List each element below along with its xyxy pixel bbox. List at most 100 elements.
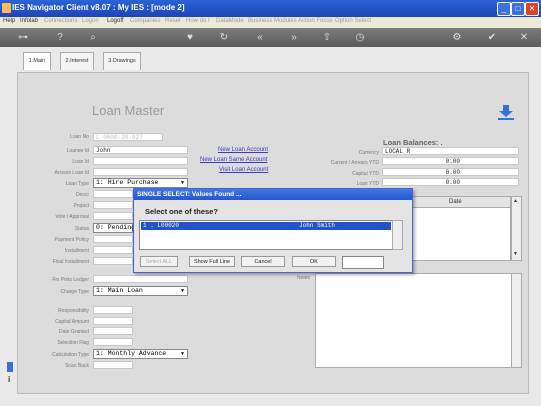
- settings-icon[interactable]: ⚙: [450, 31, 464, 44]
- installment-label: Installment: [64, 248, 89, 254]
- window-title: IES Navigator Client v8.07 : My IES : [m…: [12, 3, 185, 12]
- minimize-button[interactable]: _: [497, 2, 511, 16]
- project-label: Project: [73, 203, 89, 209]
- responsibility-field[interactable]: [93, 306, 133, 314]
- menu-business-modules[interactable]: Business Modules: [248, 18, 297, 24]
- menu-reset[interactable]: Reset: [165, 18, 181, 24]
- loan-id-field[interactable]: [93, 157, 188, 165]
- check-icon[interactable]: ✔: [485, 31, 499, 44]
- key-icon[interactable]: ⊶: [14, 31, 32, 44]
- forward-icon[interactable]: »: [287, 31, 301, 44]
- new-loan-same-account-link[interactable]: New Loan Same Account: [200, 157, 267, 163]
- select-all-button[interactable]: Select ALL: [140, 256, 178, 267]
- vote-field[interactable]: [93, 212, 133, 220]
- selection-flag-field[interactable]: [93, 338, 133, 346]
- charge-type-label: Charge Type: [60, 289, 89, 295]
- loan-balances-title: Loan Balances: .: [383, 138, 443, 147]
- capital-amount-field[interactable]: [93, 317, 133, 325]
- loan-type-select[interactable]: 1: Hire Purchase ▼: [93, 178, 188, 188]
- menu-logoff[interactable]: Logoff: [107, 18, 124, 24]
- menu-help[interactable]: Help: [3, 18, 15, 24]
- notes-label: Notes: [297, 275, 311, 281]
- date-granted-label: Date Granted: [58, 329, 89, 335]
- current-arrears-label: Current / Arrears YTD: [330, 160, 379, 166]
- payment-policy-field[interactable]: [93, 235, 133, 243]
- values-list[interactable]: 1 . L00020 John Smith: [139, 220, 393, 250]
- visit-loan-account-link[interactable]: Visit Loan Account: [219, 167, 268, 173]
- responsibility-label: Responsibility: [58, 308, 89, 314]
- scan-back-label: Scan Back: [65, 363, 89, 369]
- fin-pmts-ledger-field[interactable]: [93, 275, 188, 283]
- new-loan-account-link[interactable]: New Loan Account: [218, 147, 268, 153]
- arrears-loan-id-field[interactable]: [93, 168, 188, 176]
- chevron-down-icon: ▼: [180, 180, 184, 186]
- date-granted-field[interactable]: [93, 327, 133, 335]
- dialog-input[interactable]: [342, 256, 384, 269]
- currency-field: LOCAL R: [382, 147, 519, 155]
- tab-drawings[interactable]: 3.Drawings: [103, 52, 141, 70]
- calculation-type-label: Calculation Type: [52, 352, 89, 358]
- payment-policy-label: Payment Policy: [54, 237, 89, 243]
- tab-main[interactable]: 1.Main: [23, 52, 51, 70]
- menu-action-focus[interactable]: Action Focus: [298, 18, 333, 24]
- menu-option-select[interactable]: Option Select: [335, 18, 371, 24]
- clock-icon[interactable]: ◷: [353, 31, 367, 44]
- info-icon[interactable]: i: [8, 375, 10, 384]
- status-select[interactable]: 0: Pending: [93, 223, 136, 233]
- ok-button[interactable]: OK: [292, 256, 336, 267]
- notes-scrollbar[interactable]: [511, 273, 522, 368]
- rewind-icon[interactable]: «: [253, 31, 267, 44]
- capital-ytd-field: 0.00: [382, 168, 519, 176]
- status-value: 0: Pending: [96, 224, 136, 231]
- currency-label: Currency: [358, 150, 379, 156]
- capital-amount-label: Capital Amount: [55, 319, 89, 325]
- help-icon[interactable]: ?: [53, 31, 67, 44]
- date-column-header: Date: [449, 199, 462, 205]
- maximize-button[interactable]: □: [511, 2, 525, 16]
- vote-label: Vote / Approval: [55, 214, 89, 220]
- loan-ytd-field: 0.00: [382, 178, 519, 186]
- list-item-name: John Smith: [299, 222, 336, 229]
- list-scrollbar[interactable]: [392, 220, 403, 250]
- loanee-id-label: Loanee Id: [66, 148, 89, 154]
- loanee-id-field[interactable]: John: [93, 146, 188, 154]
- menu-datamode[interactable]: DataMode: [216, 18, 244, 24]
- menu-logon[interactable]: Logon: [82, 18, 99, 24]
- show-full-line-button[interactable]: Show Full Line: [189, 256, 235, 267]
- menu-connections[interactable]: Connections: [44, 18, 77, 24]
- loan-no-field[interactable]: L-0000-20-027: [93, 133, 163, 141]
- status-label: Status: [74, 226, 89, 232]
- close-window-button[interactable]: ✕: [525, 2, 539, 16]
- loan-ytd-label: Loan YTD: [356, 181, 379, 187]
- menu-infolab[interactable]: Infolab: [20, 18, 38, 24]
- single-select-dialog: SINGLE SELECT: Values Found ... Select o…: [133, 188, 413, 273]
- calculation-type-select[interactable]: 1: Monthly Advance ▼: [93, 349, 188, 359]
- download-icon[interactable]: [497, 104, 515, 121]
- scroll-up-icon[interactable]: ▲: [513, 198, 518, 204]
- upload-icon[interactable]: ⇧: [320, 31, 334, 44]
- menu-companies[interactable]: Companies: [130, 18, 160, 24]
- notes-textarea[interactable]: [315, 273, 512, 368]
- side-tab-icon[interactable]: [7, 362, 13, 372]
- menu-how-do-i[interactable]: How do I: [186, 18, 210, 24]
- charge-type-select[interactable]: 1: Main Loan ▼: [93, 286, 188, 296]
- close-icon[interactable]: ✕: [517, 31, 531, 44]
- tab-interest[interactable]: 2.Interest: [60, 52, 94, 70]
- grid-scrollbar[interactable]: ▲ ▼: [511, 196, 522, 261]
- cancel-button[interactable]: Cancel: [241, 256, 285, 267]
- app-icon: [2, 3, 11, 13]
- tab-strip: 1.Main 2.Interest 3.Drawings: [17, 52, 527, 72]
- loan-type-label: Loan Type: [65, 181, 89, 187]
- selection-flag-label: Selection Flag: [57, 340, 89, 346]
- scroll-down-icon[interactable]: ▼: [513, 251, 518, 257]
- installment-field[interactable]: [93, 246, 133, 254]
- heart-icon[interactable]: ♥: [183, 31, 197, 44]
- project-field[interactable]: [93, 201, 133, 209]
- final-installment-field[interactable]: [93, 257, 133, 265]
- descr-field[interactable]: [93, 190, 133, 198]
- search-icon[interactable]: ⌕: [86, 31, 100, 44]
- scan-back-field[interactable]: [93, 361, 133, 369]
- dialog-title: SINGLE SELECT: Values Found ...: [134, 189, 412, 200]
- refresh-icon[interactable]: ↻: [217, 31, 231, 44]
- list-item[interactable]: 1 . L00020 John Smith: [141, 222, 391, 230]
